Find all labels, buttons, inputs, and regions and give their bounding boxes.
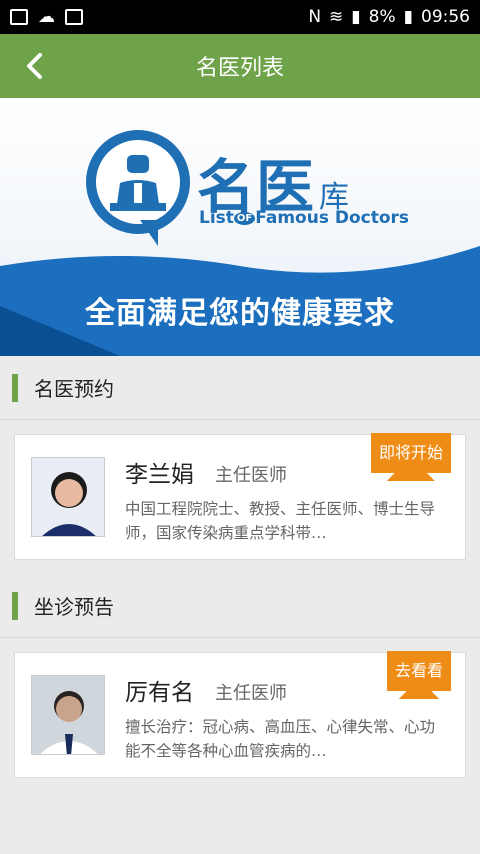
banner-slogan: 全面满足您的健康要求 <box>85 296 395 331</box>
doctor-icon <box>110 155 166 211</box>
doctor-photo <box>32 458 104 536</box>
doctor-card[interactable]: 李兰娟 主任医师 中国工程院院士、教授、主任医师、博士生导师，国家传染病重点学科… <box>14 433 466 560</box>
brand-sub-of: OF <box>233 211 256 225</box>
status-left-icons: ☁ <box>10 7 83 27</box>
doctor-name: 厉有名 <box>125 680 194 706</box>
doctor-name: 李兰娟 <box>125 462 194 488</box>
avatar <box>31 457 105 537</box>
page-title: 名医列表 <box>195 56 284 81</box>
back-button[interactable] <box>18 50 50 82</box>
brand-sub-prefix: List <box>199 208 234 228</box>
avatar <box>31 675 105 755</box>
go-see-badge[interactable]: 去看看 <box>386 651 452 699</box>
logo-tail <box>140 220 158 246</box>
section-header-appointment: 名医预约 <box>0 356 480 420</box>
status-badge[interactable]: 即将开始 <box>370 433 452 481</box>
app-bar: 名医列表 <box>0 34 480 98</box>
status-right: N ≋ ▮ 8% ▮ 09:56 <box>308 7 470 27</box>
battery-icon: ▮ <box>403 7 413 27</box>
banner[interactable]: 名医库 List OF Famous Doctors 全面满足您的健康要求 <box>0 98 480 356</box>
doctor-description: 中国工程院院士、教授、主任医师、博士生导师，国家传染病重点学科带… <box>125 500 436 542</box>
brand-subtitle: List OF Famous Doctors <box>199 208 409 228</box>
section-header-schedule: 坐诊预告 <box>0 574 480 638</box>
clock: 09:56 <box>421 7 470 27</box>
section-accent-bar <box>12 591 18 620</box>
chevron-left-icon <box>27 53 42 79</box>
battery-text: 8% <box>368 7 396 27</box>
nfc-icon: N <box>308 7 322 27</box>
status-bar: ☁ N ≋ ▮ 8% ▮ 09:56 <box>0 0 480 34</box>
doctor-description: 擅长治疗：冠心病、高血压、心律失常、心功能不全等各种心血管疾病的… <box>125 718 436 760</box>
section-label: 名医预约 <box>34 377 114 401</box>
doctor-role: 主任医师 <box>215 465 287 486</box>
calendar-icon <box>65 9 83 25</box>
section-label: 坐诊预告 <box>34 595 114 619</box>
cloud-icon: ☁ <box>38 7 55 27</box>
wifi-icon: ≋ <box>329 7 344 27</box>
gallery-icon <box>10 9 28 25</box>
brand-sub-rest: Famous Doctors <box>255 208 410 228</box>
doctor-card[interactable]: 厉有名 主任医师 擅长治疗：冠心病、高血压、心律失常、心功能不全等各种心血管疾病… <box>14 651 466 778</box>
doctor-role: 主任医师 <box>215 683 287 704</box>
doctor-photo <box>32 676 104 754</box>
signal-icon: ▮ <box>351 7 361 27</box>
section-accent-bar <box>12 373 18 402</box>
